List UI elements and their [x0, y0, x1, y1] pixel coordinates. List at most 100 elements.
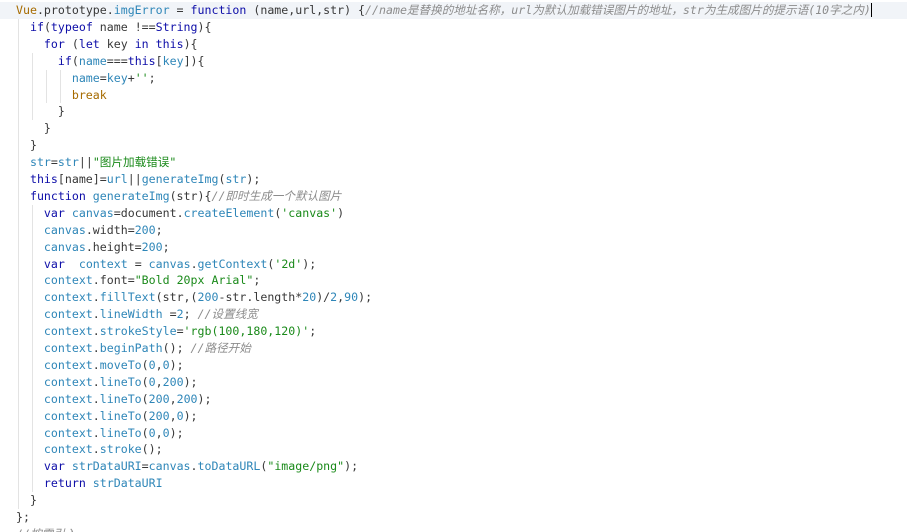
code-line[interactable]: break	[16, 87, 107, 104]
code-token: return	[43, 476, 86, 491]
code-line[interactable]: context.lineTo(200,0);	[16, 408, 198, 425]
code-line[interactable]: context.strokeStyle='rgb(100,180,120)';	[16, 323, 316, 340]
code-token: );	[183, 408, 198, 423]
code-token: 'canvas'	[281, 205, 338, 220]
code-line[interactable]: name=key+'';	[16, 70, 156, 87]
code-token: 0	[162, 425, 170, 440]
code-token: ,	[155, 425, 163, 440]
code-token: if	[57, 53, 72, 68]
code-line[interactable]: context.font="Bold 20px Arial";	[16, 272, 260, 289]
code-token: var	[43, 459, 65, 474]
code-token: 0	[148, 374, 156, 389]
code-line[interactable]: var canvas=document.createElement('canva…	[16, 205, 344, 222]
code-line[interactable]: }	[16, 492, 37, 509]
code-line[interactable]: var strDataURI=canvas.toDataURL("image/p…	[16, 458, 358, 475]
code-line[interactable]: function generateImg(str){//即时生成一个默认图片	[16, 188, 341, 205]
code-token: .font=	[92, 273, 135, 288]
code-line[interactable]: return strDataURI	[16, 475, 163, 492]
code-token: //name是替换的地址名称，url为默认加载错误图片的地址，str为生成图片的…	[365, 3, 871, 17]
code-token: (	[141, 408, 149, 423]
code-token: moveTo	[99, 357, 142, 372]
code-token: (str){	[169, 188, 212, 203]
code-token: 'rgb(100,180,120)'	[183, 324, 310, 339]
code-token: (	[71, 53, 79, 68]
code-token: ;	[309, 324, 317, 339]
code-token: str	[29, 155, 51, 170]
code-line[interactable]: context.lineTo(200,200);	[16, 391, 212, 408]
code-token: generateImg	[141, 172, 219, 186]
code-line[interactable]: };	[16, 509, 30, 526]
code-line[interactable]: //按需引入	[16, 526, 76, 532]
code-token: ===	[106, 53, 128, 68]
code-token: 20	[302, 290, 317, 305]
code-line[interactable]: for (let key in this){	[16, 36, 198, 53]
code-token: ]){	[183, 53, 205, 68]
code-token: key	[99, 36, 135, 51]
code-token: =	[141, 459, 149, 474]
code-token: let	[78, 36, 100, 51]
code-token: //路径开始	[190, 341, 251, 355]
code-line[interactable]: }	[16, 137, 37, 154]
code-line[interactable]: context.moveTo(0,0);	[16, 357, 184, 374]
code-token: this	[127, 53, 156, 68]
code-token: getContext	[197, 256, 268, 271]
code-token: '2d'	[274, 256, 303, 271]
code-token: lineTo	[99, 425, 142, 440]
code-token: name	[71, 70, 100, 85]
code-token: .	[92, 442, 100, 457]
code-line[interactable]: var context = canvas.getContext('2d');	[16, 256, 316, 273]
code-token: imgError	[113, 3, 170, 17]
code-token: str	[57, 155, 79, 170]
code-line[interactable]: context.beginPath(); //路径开始	[16, 340, 251, 357]
code-line[interactable]: context.fillText(str,(200-str.length*20)…	[16, 289, 372, 306]
code-token: break	[71, 87, 107, 102]
code-token: typeof	[50, 19, 93, 34]
code-token: 90	[344, 290, 359, 305]
code-token: this	[29, 172, 58, 186]
code-token: [name]=	[57, 172, 107, 186]
code-token: for	[43, 36, 65, 51]
code-line[interactable]: context.stroke();	[16, 441, 163, 458]
code-token: context	[43, 341, 93, 355]
code-token: "Bold 20px Arial"	[134, 273, 254, 288]
code-line[interactable]: context.lineTo(0,0);	[16, 425, 184, 442]
code-line[interactable]: context.lineTo(0,200);	[16, 374, 198, 391]
code-token: (	[141, 391, 149, 406]
code-line[interactable]: canvas.width=200;	[16, 222, 163, 239]
code-line[interactable]: this[name]=url||generateImg(str);	[16, 171, 260, 188]
code-line[interactable]: if(typeof name !==String){	[16, 19, 212, 36]
code-token: );	[344, 459, 359, 474]
code-token: stroke	[99, 442, 142, 457]
code-line[interactable]: }	[16, 120, 51, 137]
code-token: ,	[169, 391, 177, 406]
code-line[interactable]: str=str||"图片加载错误"	[16, 154, 176, 171]
code-token: ,	[155, 374, 163, 389]
code-line[interactable]: Vue.prototype.imgError = function (name,…	[16, 2, 871, 19]
code-line[interactable]: canvas.height=200;	[16, 239, 170, 256]
code-token: 200	[176, 391, 198, 406]
code-token: ;	[162, 239, 170, 254]
code-editor[interactable]: Vue.prototype.imgError = function (name,…	[0, 0, 907, 532]
code-token: 2	[176, 307, 184, 322]
code-token: 0	[148, 357, 156, 372]
code-token: .	[92, 290, 100, 305]
code-line[interactable]: if(name===this[key]){	[16, 53, 205, 70]
code-line[interactable]: }	[16, 103, 65, 120]
code-token: );	[183, 374, 198, 389]
code-token: //即时生成一个默认图片	[211, 188, 342, 203]
code-token: ();	[162, 341, 191, 355]
code-line[interactable]: context.lineWidth =2; //设置线宽	[16, 306, 258, 323]
